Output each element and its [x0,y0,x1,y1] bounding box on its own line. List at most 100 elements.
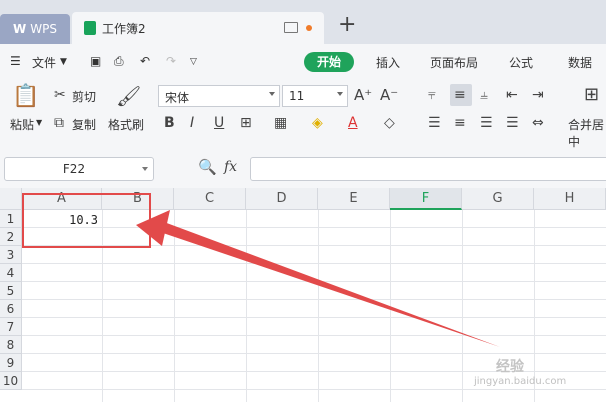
function-fx-button[interactable]: fx [224,160,237,174]
title-bar: W WPS 工作簿2 + [0,0,606,44]
font-size-chevron-icon [337,92,343,96]
row-header-5[interactable]: 5 [0,282,22,300]
eraser-icon[interactable]: ◇ [384,116,395,130]
justify-icon[interactable]: ☰ [506,116,519,130]
font-size-value: 11 [289,89,305,103]
tab-start[interactable]: 开始 [304,52,354,72]
format-painter-button[interactable]: 格式刷 [108,116,144,133]
grid-line [534,210,535,402]
grid-line [22,353,606,354]
hamburger-icon[interactable]: ☰ [10,54,21,68]
scissors-icon[interactable]: ✂ [54,88,66,102]
copy-button[interactable]: 复制 [72,116,96,133]
column-header-h[interactable]: H [534,188,606,210]
menu-bar: ☰ 文件 ▼ ▣ ⎙ ↶ ↷ ▽ 开始 插入 页面布局 公式 数据 [0,44,606,80]
tab-formula[interactable]: 公式 [509,54,533,71]
name-box-value: F22 [62,162,86,176]
name-box[interactable]: F22 [4,157,154,181]
tab-wps-label: WPS [30,22,57,36]
monitor-icon[interactable] [284,22,298,33]
cell-style-icon[interactable]: ▦ [274,116,287,130]
row-header-4[interactable]: 4 [0,264,22,282]
font-color-icon[interactable]: A [348,116,358,130]
row-header-3[interactable]: 3 [0,246,22,264]
grid-line [462,210,463,402]
annotation-highlight-box [22,193,151,248]
grid-line [390,210,391,402]
font-size-select[interactable]: 11 [282,85,348,107]
unsaved-dot-icon [306,25,312,31]
undo-icon[interactable]: ↶ [140,54,150,68]
ribbon-toolbar: 📋 粘贴 ▼ ✂ 剪切 ⧉ 复制 🖌 格式刷 宋体 11 A⁺ A⁻ B I U… [0,80,606,149]
new-tab-button[interactable]: + [338,14,356,36]
watermark-brand: 经验 [496,359,524,375]
select-all-corner[interactable] [0,188,22,210]
grid-line [22,335,606,336]
outdent-icon[interactable]: ⇤ [506,88,518,102]
spreadsheet-icon [84,21,96,35]
align-left-icon[interactable]: ☰ [428,116,441,130]
font-name-select[interactable]: 宋体 [158,85,280,107]
zoom-search-icon[interactable]: 🔍 [198,160,217,175]
decrease-font-icon[interactable]: A⁻ [380,88,398,103]
column-header-e[interactable]: E [318,188,390,210]
align-center-icon[interactable]: ≡ [454,116,466,130]
grid-line [22,299,606,300]
tab-wps-home[interactable]: W WPS [0,14,70,44]
grid-line [22,317,606,318]
column-header-c[interactable]: C [174,188,246,210]
font-name-value: 宋体 [165,91,190,105]
grid-line [318,210,319,402]
italic-icon[interactable]: I [190,116,194,130]
tab-data[interactable]: 数据 [568,54,592,71]
copy-icon[interactable]: ⧉ [54,116,64,130]
wps-logo-icon: W [13,22,27,36]
increase-font-icon[interactable]: A⁺ [354,88,372,103]
grid-line [22,263,606,264]
column-header-f[interactable]: F [390,188,462,210]
row-header-1[interactable]: 1 [0,210,22,228]
fill-color-icon[interactable]: ◈ [312,116,323,130]
font-name-chevron-icon [269,92,275,96]
align-right-icon[interactable]: ☰ [480,116,493,130]
grid-line [22,281,606,282]
indent-icon[interactable]: ⇥ [532,88,544,102]
merge-icon[interactable]: ⊞ [584,86,599,104]
chevron-down-icon[interactable]: ▼ [60,57,67,67]
row-header-7[interactable]: 7 [0,318,22,336]
tab-workbook-label: 工作簿2 [102,21,146,36]
save-icon[interactable]: ▣ [90,54,101,68]
align-middle-icon[interactable]: ≡ [454,88,466,102]
column-header-d[interactable]: D [246,188,318,210]
paste-chevron-icon[interactable]: ▼ [36,118,42,127]
align-bottom-icon[interactable]: ⫨ [480,88,488,102]
redo-icon[interactable]: ↷ [166,54,176,68]
bold-icon[interactable]: B [164,116,175,130]
row-header-2[interactable]: 2 [0,228,22,246]
watermark-url: jingyan.baidu.com [474,376,567,387]
print-icon[interactable]: ⎙ [114,54,124,69]
column-header-g[interactable]: G [462,188,534,210]
distributed-icon[interactable]: ⇔ [532,116,544,130]
tab-page-layout[interactable]: 页面布局 [430,54,478,71]
align-top-icon[interactable]: ⫧ [428,88,436,102]
row-header-9[interactable]: 9 [0,354,22,372]
grid-line [22,389,606,390]
customize-icon[interactable]: ▽ [190,57,197,67]
formula-input[interactable] [250,157,606,181]
tab-workbook[interactable]: 工作簿2 [72,12,324,44]
row-header-10[interactable]: 10 [0,372,22,390]
format-painter-icon[interactable]: 🖌 [116,86,141,106]
tab-insert[interactable]: 插入 [376,54,400,71]
paste-button[interactable]: 粘贴 [10,116,34,133]
cut-button[interactable]: 剪切 [72,88,96,105]
menu-file[interactable]: 文件 [32,54,56,71]
merge-center-button[interactable]: 合并居中 [568,116,606,150]
paste-icon[interactable]: 📋 [12,86,39,108]
row-header-8[interactable]: 8 [0,336,22,354]
underline-icon[interactable]: U [214,116,224,130]
row-header-6[interactable]: 6 [0,300,22,318]
name-box-chevron-icon [142,167,148,171]
grid-line [174,210,175,402]
borders-icon[interactable]: ⊞ [240,116,252,130]
